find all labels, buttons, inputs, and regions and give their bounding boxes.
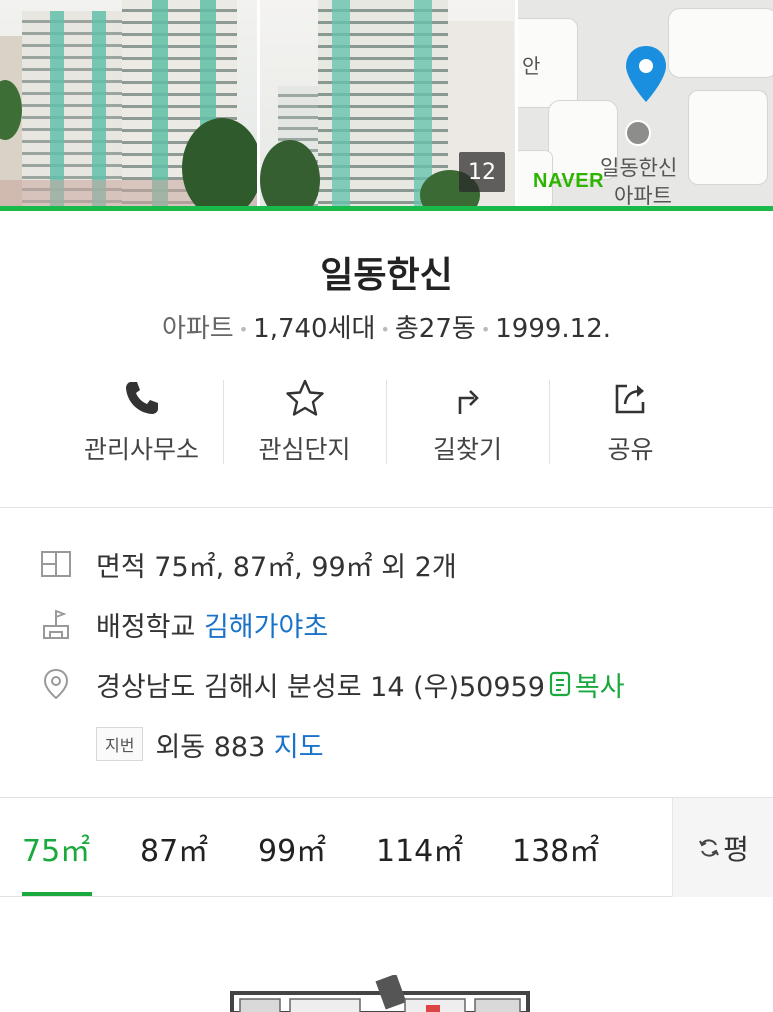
building-count: 총27동	[394, 314, 476, 344]
location-icon	[43, 668, 69, 700]
complex-summary: 아파트 • 1,740세대 • 총27동 • 1999.12.	[161, 314, 612, 344]
address-row: 경상남도 김해시 분성로 14 (우)50959 복사	[40, 664, 625, 704]
favorite-complex-button[interactable]: 관심단지	[223, 376, 386, 468]
share-icon	[615, 384, 644, 414]
copy-icon	[549, 671, 570, 697]
photo-gallery[interactable]: 12 안 일동한신 아파트 NAVER	[0, 0, 773, 206]
photo-count-badge: 12	[459, 152, 505, 192]
tab-area-114[interactable]: 114㎡	[376, 798, 463, 897]
area-value: 75㎡, 87㎡, 99㎡ 외 2개	[154, 551, 457, 583]
complex-photo-2[interactable]: 12	[260, 0, 515, 206]
area-row: 면적 75㎡, 87㎡, 99㎡ 외 2개	[40, 544, 457, 584]
tab-area-138[interactable]: 138㎡	[512, 798, 599, 897]
floorplan-icon	[41, 551, 71, 577]
map-apt-name: 일동한신	[600, 156, 678, 180]
share-label: 공유	[607, 435, 654, 464]
management-office-label: 관리사무소	[83, 435, 199, 464]
share-button[interactable]: 공유	[549, 376, 712, 468]
jibun-row: 지번 외동 883 지도	[96, 724, 324, 764]
area-tabs: 75㎡ 87㎡ 99㎡ 114㎡ 138㎡ 평	[0, 797, 773, 897]
household-count: 1,740세대	[253, 314, 376, 344]
jibun-address: 외동 883	[155, 731, 266, 763]
school-label: 배정학교	[96, 611, 196, 643]
copy-address-button[interactable]: 복사	[549, 665, 625, 704]
tab-area-75[interactable]: 75㎡	[22, 798, 90, 897]
map-apt-type: 아파트	[614, 184, 672, 206]
unit-toggle-button[interactable]: 평	[672, 798, 773, 897]
header-accent-bar	[0, 206, 773, 211]
tab-area-99[interactable]: 99㎡	[258, 798, 326, 897]
complex-photo-1[interactable]	[0, 0, 257, 206]
jibun-badge: 지번	[96, 727, 144, 761]
directions-button[interactable]: 길찾기	[386, 376, 549, 468]
section-divider	[0, 507, 773, 508]
school-icon	[43, 609, 69, 639]
apartment-marker-icon	[625, 120, 651, 146]
school-row: 배정학교 김해가야초	[40, 604, 328, 644]
naver-logo: NAVER	[533, 170, 605, 192]
location-pin-icon	[626, 46, 666, 102]
management-office-button[interactable]: 관리사무소	[60, 376, 223, 468]
tab-area-87[interactable]: 87㎡	[140, 798, 208, 897]
favorite-complex-label: 관심단지	[258, 435, 351, 464]
map-street-label: 안	[522, 54, 541, 78]
floor-plan-image	[230, 975, 530, 1012]
directions-icon	[458, 383, 479, 414]
complex-type: 아파트	[161, 314, 234, 344]
address-text: 경상남도 김해시 분성로 14 (우)50959	[96, 671, 545, 703]
complex-name: 일동한신	[320, 255, 453, 296]
completion-date: 1999.12.	[495, 314, 612, 344]
directions-label: 길찾기	[432, 435, 502, 464]
map-link[interactable]: 지도	[274, 725, 324, 764]
action-bar: 관리사무소 관심단지 길찾기 공유	[60, 376, 712, 468]
unit-toggle-label: 평	[723, 832, 749, 866]
active-tab-indicator	[22, 892, 92, 896]
phone-icon	[125, 382, 158, 414]
refresh-icon	[699, 838, 720, 857]
star-icon	[285, 379, 324, 416]
copy-label: 복사	[574, 671, 625, 703]
area-label: 면적	[96, 551, 146, 583]
location-map-thumbnail[interactable]: 안 일동한신 아파트 NAVER	[518, 0, 773, 206]
school-link[interactable]: 김해가야초	[204, 605, 328, 644]
